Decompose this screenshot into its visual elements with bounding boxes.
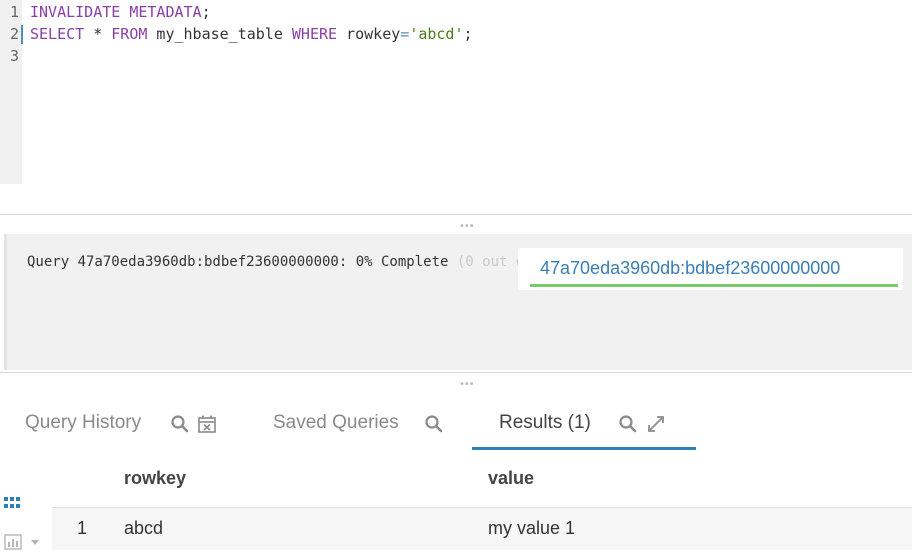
query-log-text: Query 47a70eda3960db:bdbef23600000000: 0…: [27, 254, 558, 270]
sql-keyword: WHERE: [291, 25, 338, 43]
tab-query-history[interactable]: Query History: [25, 412, 141, 434]
editor-splitter: [0, 214, 912, 215]
line-number: 2: [9, 25, 19, 43]
expand-icon[interactable]: [646, 414, 666, 434]
search-icon[interactable]: [424, 414, 444, 434]
cell-value[interactable]: my value 1: [488, 518, 575, 539]
sql-editor[interactable]: 1 2 3 INVALIDATE METADATA; SELECT * FROM…: [0, 0, 924, 186]
chart-view-icon[interactable]: [4, 533, 44, 551]
sql-keyword: FROM: [111, 25, 148, 43]
code-line-1[interactable]: INVALIDATE METADATA;: [30, 1, 211, 23]
query-id-tooltip[interactable]: 47a70eda3960db:bdbef23600000000: [518, 248, 903, 290]
row-number: 1: [77, 518, 88, 538]
resize-handle[interactable]: •••: [459, 380, 475, 390]
sql-operator: =: [400, 25, 410, 43]
line-number: 3: [9, 47, 19, 65]
sql-text: ;: [201, 3, 211, 21]
active-tab-indicator: [472, 447, 696, 450]
column-header-value[interactable]: value: [488, 468, 534, 489]
sql-keyword: SELECT: [30, 25, 85, 43]
sql-keyword: INVALIDATE METADATA: [30, 3, 202, 21]
log-line: Query 47a70eda3960db:bdbef23600000000: 0…: [27, 254, 457, 270]
calendar-clear-icon[interactable]: [197, 414, 217, 434]
sql-string: 'abcd': [409, 25, 464, 43]
sql-text: my_hbase_table: [147, 25, 292, 43]
line-number-gutter: 1 2 3: [0, 0, 22, 184]
resize-handle[interactable]: •••: [459, 222, 475, 232]
search-icon[interactable]: [170, 414, 190, 434]
sql-text: *: [84, 25, 112, 43]
cell-rowkey[interactable]: abcd: [124, 518, 163, 539]
sql-text: ;: [463, 25, 473, 43]
text-cursor: [21, 25, 23, 44]
query-id-underline: [530, 284, 898, 287]
search-icon[interactable]: [618, 414, 638, 434]
log-splitter: [0, 372, 912, 373]
table-row[interactable]: [52, 508, 912, 550]
query-id-link[interactable]: 47a70eda3960db:bdbef23600000000: [540, 258, 840, 279]
tab-results[interactable]: Results (1): [499, 412, 591, 434]
code-line-2[interactable]: SELECT * FROM my_hbase_table WHERE rowke…: [30, 23, 473, 45]
line-number: 1: [9, 3, 19, 21]
column-header-rowkey[interactable]: rowkey: [124, 468, 186, 489]
tab-saved-queries[interactable]: Saved Queries: [273, 412, 399, 434]
grid-view-icon[interactable]: [4, 495, 24, 511]
sql-text: rowkey: [337, 25, 401, 43]
